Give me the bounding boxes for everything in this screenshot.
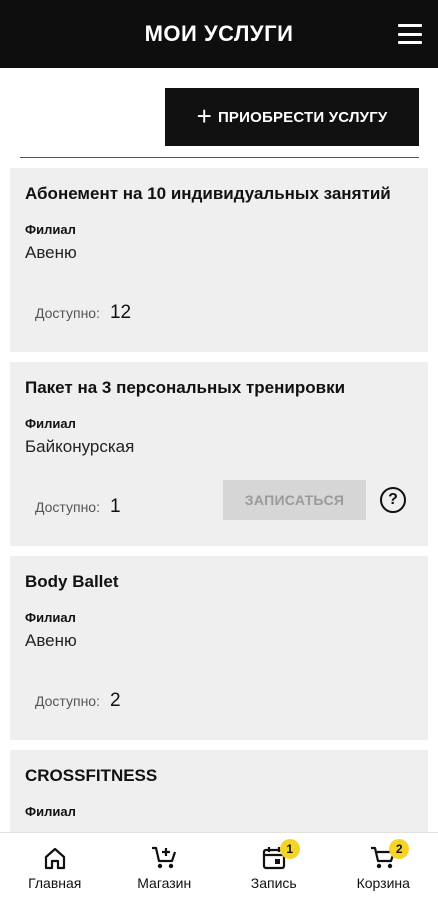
nav-shop[interactable]: Магазин: [110, 833, 220, 900]
cart-icon: 2: [369, 839, 410, 871]
app-header: МОИ УСЛУГИ: [0, 0, 438, 68]
availability: Доступно: 1: [35, 496, 121, 518]
service-title: Пакет на 3 персональных тренировки: [25, 378, 346, 397]
cart-badge: 2: [389, 839, 410, 859]
branch-value: Авеню: [25, 631, 77, 650]
nav-cart[interactable]: 2 Корзина: [329, 833, 438, 900]
branch-label: Филиал: [25, 610, 76, 625]
buy-service-button[interactable]: + ПРИОБРЕСТИ УСЛУГУ: [165, 88, 419, 146]
page-title: МОИ УСЛУГИ: [144, 21, 294, 46]
calendar-icon: 1: [260, 839, 300, 871]
divider: [20, 157, 419, 158]
cart-add-icon: [150, 845, 178, 871]
available-label: Доступно:: [35, 305, 100, 321]
available-label: Доступно:: [35, 693, 100, 709]
branch-label: Филиал: [25, 222, 76, 237]
service-title: CROSSFITNESS: [25, 766, 158, 785]
available-label: Доступно:: [35, 499, 100, 515]
available-count: 2: [109, 690, 121, 711]
branch-value: Авеню: [25, 243, 77, 262]
nav-label: Корзина: [356, 875, 410, 891]
hamburger-menu-icon[interactable]: [398, 24, 422, 44]
service-title: Абонемент на 10 индивидуальных занятий: [25, 184, 391, 203]
service-card[interactable]: Абонемент на 10 индивидуальных занятий Ф…: [10, 168, 428, 352]
nav-label: Главная: [28, 875, 82, 891]
bottom-nav: Главная Магазин 1 Запись 2 Корзина: [0, 832, 438, 900]
nav-booking[interactable]: 1 Запись: [219, 833, 329, 900]
availability: Доступно: 2: [35, 690, 121, 712]
service-title: Body Ballet: [25, 572, 119, 591]
service-card[interactable]: Пакет на 3 персональных тренировки Филиа…: [10, 362, 428, 546]
branch-label: Филиал: [25, 804, 76, 819]
booking-badge: 1: [279, 839, 300, 859]
nav-label: Магазин: [137, 875, 192, 891]
home-icon: [41, 845, 69, 871]
service-card[interactable]: Body Ballet Филиал Авеню Доступно: 2: [10, 556, 428, 740]
book-button[interactable]: ЗАПИСАТЬСЯ: [223, 480, 366, 520]
services-list: Абонемент на 10 индивидуальных занятий Ф…: [10, 168, 428, 900]
plus-icon: +: [196, 101, 212, 131]
branch-label: Филиал: [25, 416, 76, 431]
availability: Доступно: 12: [35, 302, 131, 324]
nav-home[interactable]: Главная: [0, 833, 110, 900]
buy-service-label: ПРИОБРЕСТИ УСЛУГУ: [217, 108, 388, 126]
nav-label: Запись: [250, 875, 297, 891]
branch-value: Байконурская: [25, 437, 135, 456]
available-count: 12: [109, 302, 132, 323]
available-count: 1: [109, 496, 121, 517]
help-icon[interactable]: ?: [380, 487, 406, 513]
